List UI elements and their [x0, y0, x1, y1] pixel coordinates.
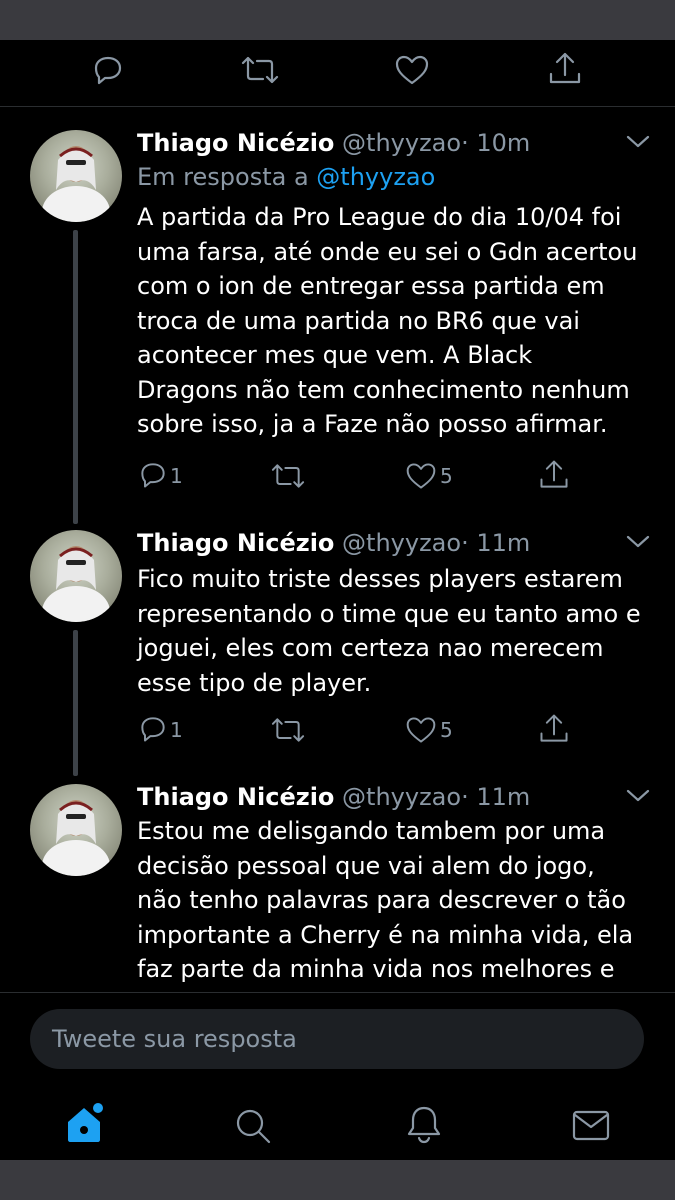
- tweet-header: Thiago Nicézio @thyyzao· 11m: [137, 528, 530, 558]
- like-icon[interactable]: [404, 714, 438, 746]
- tweet-3[interactable]: Thiago Nicézio @thyyzao· 11m Estou me de…: [0, 774, 675, 992]
- thread-line: [73, 630, 78, 776]
- timestamp[interactable]: · 11m: [461, 783, 530, 811]
- tweet-text: A partida da Pro League do dia 10/04 foi…: [137, 203, 638, 438]
- tweet-2[interactable]: Thiago Nicézio @thyyzao· 11m Fico muito …: [0, 514, 675, 776]
- avatar[interactable]: [30, 530, 122, 622]
- like-icon[interactable]: [404, 460, 438, 492]
- share-icon[interactable]: [546, 50, 584, 88]
- reply-context: Em resposta a @thyyzao: [137, 162, 435, 192]
- avatar[interactable]: [30, 784, 122, 876]
- like-icon[interactable]: [393, 52, 431, 88]
- reply-label: Em resposta a: [137, 163, 309, 191]
- avatar[interactable]: [30, 130, 122, 222]
- reply-mention-link[interactable]: @thyyzao: [316, 163, 435, 191]
- user-handle[interactable]: @thyyzao: [342, 783, 461, 811]
- like-count: 5: [440, 464, 453, 488]
- retweet-icon[interactable]: [270, 714, 306, 746]
- tweet-header: Thiago Nicézio @thyyzao· 10m: [137, 128, 530, 158]
- user-handle[interactable]: @thyyzao: [342, 129, 461, 157]
- reply-input-placeholder: Tweete sua resposta: [52, 1025, 297, 1053]
- timestamp[interactable]: · 11m: [461, 529, 530, 557]
- user-handle[interactable]: @thyyzao: [342, 529, 461, 557]
- chevron-down-icon[interactable]: [625, 532, 651, 552]
- display-name[interactable]: Thiago Nicézio: [137, 529, 334, 557]
- chevron-down-icon[interactable]: [625, 786, 651, 806]
- tweet-text: Estou me delisgando tambem por uma decis…: [137, 817, 634, 983]
- thread-line: [73, 514, 78, 524]
- parent-tweet-actions: [0, 40, 675, 107]
- notifications-icon[interactable]: [404, 1104, 444, 1146]
- share-icon[interactable]: [537, 712, 571, 746]
- tweet-1[interactable]: Thiago Nicézio @thyyzao· 10m Em resposta…: [0, 106, 675, 520]
- display-name[interactable]: Thiago Nicézio: [137, 129, 334, 157]
- tweet-header: Thiago Nicézio @thyyzao· 11m: [137, 782, 530, 812]
- reply-icon[interactable]: [90, 52, 126, 88]
- chevron-down-icon[interactable]: [625, 132, 651, 152]
- reply-count: 1: [170, 718, 183, 742]
- search-icon[interactable]: [233, 1106, 273, 1146]
- reply-icon[interactable]: [137, 459, 169, 491]
- retweet-icon[interactable]: [240, 52, 280, 88]
- retweet-icon[interactable]: [270, 460, 306, 492]
- reply-icon[interactable]: [137, 713, 169, 745]
- reply-count: 1: [170, 464, 183, 488]
- thread-line: [73, 230, 78, 520]
- compose-bar: Tweete sua resposta: [0, 992, 675, 1083]
- share-icon[interactable]: [537, 458, 571, 492]
- tab-bar: [0, 1082, 675, 1160]
- tweet-text: Fico muito triste desses players estarem…: [137, 565, 641, 697]
- status-bar-frame: [0, 0, 675, 40]
- home-icon[interactable]: [64, 1102, 108, 1146]
- display-name[interactable]: Thiago Nicézio: [137, 783, 334, 811]
- like-count: 5: [440, 718, 453, 742]
- reply-input[interactable]: Tweete sua resposta: [30, 1009, 644, 1069]
- messages-icon[interactable]: [571, 1108, 611, 1144]
- timestamp[interactable]: · 10m: [461, 129, 530, 157]
- bottom-frame: [0, 1160, 675, 1200]
